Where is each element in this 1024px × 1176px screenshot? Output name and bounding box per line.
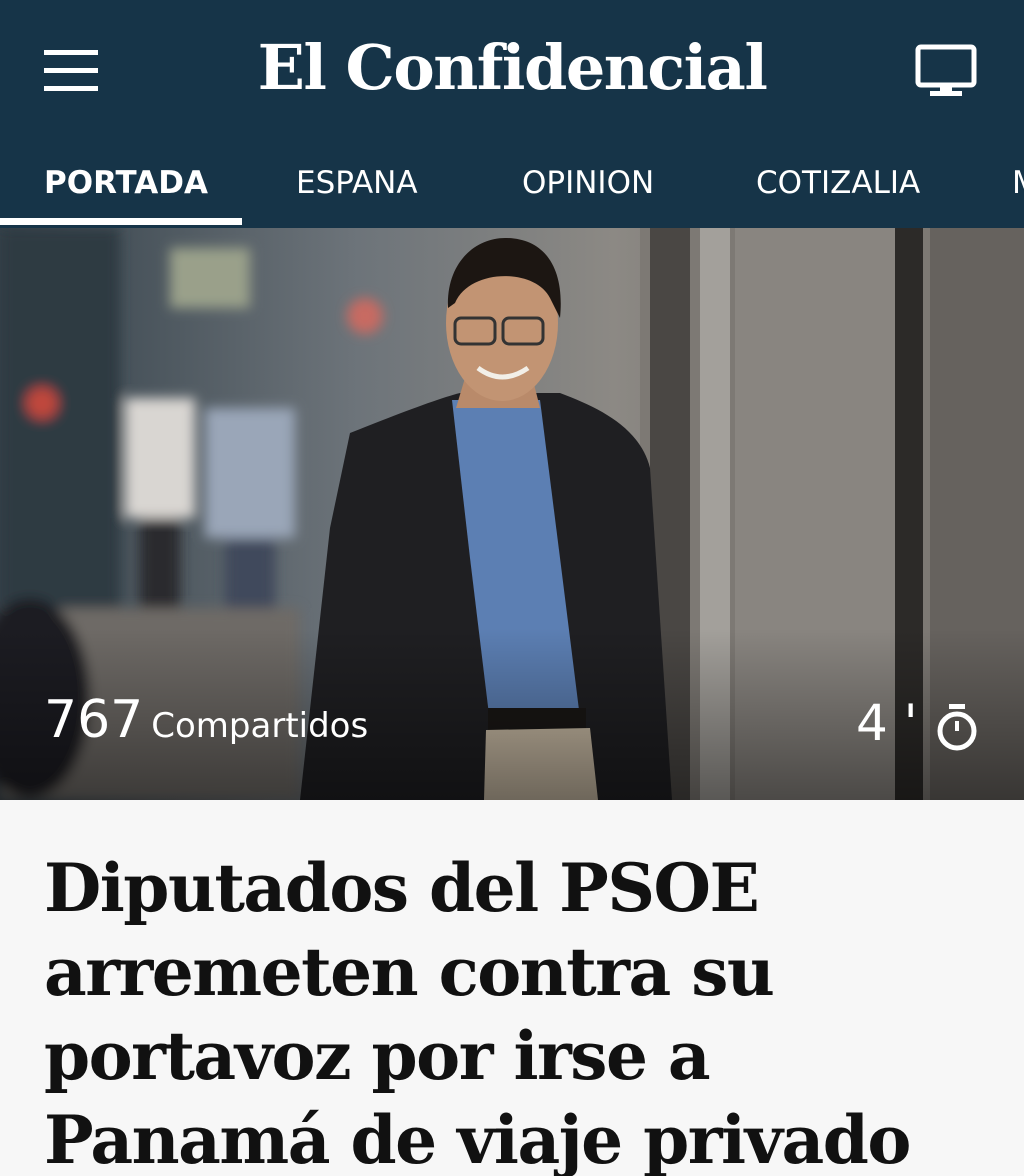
tab-portada[interactable]: PORTADA	[44, 140, 208, 228]
active-tab-indicator	[0, 218, 242, 225]
read-time-value: 4 '	[856, 694, 918, 752]
tab-cotizalia[interactable]: COTIZALIA	[756, 140, 920, 228]
share-count-label: Compartidos	[151, 706, 369, 746]
article-headline[interactable]: Diputados del PSOE arremeten contra su p…	[44, 846, 984, 1176]
tv-monitor-icon[interactable]	[902, 40, 992, 102]
share-count-number: 767	[44, 690, 144, 750]
section-nav: PORTADA ESPANA OPINION COTIZALIA M	[0, 140, 1024, 228]
stopwatch-icon	[937, 704, 977, 751]
tab-more-cut-off[interactable]: M	[1012, 140, 1024, 228]
share-count[interactable]: 767 Compartidos	[44, 690, 368, 750]
tab-espana[interactable]: ESPANA	[296, 140, 418, 228]
site-logo[interactable]: El Confidencial	[0, 30, 1024, 106]
read-time: 4 '	[856, 694, 996, 758]
top-header: El Confidencial	[0, 0, 1024, 140]
tab-opinion[interactable]: OPINION	[522, 140, 654, 228]
